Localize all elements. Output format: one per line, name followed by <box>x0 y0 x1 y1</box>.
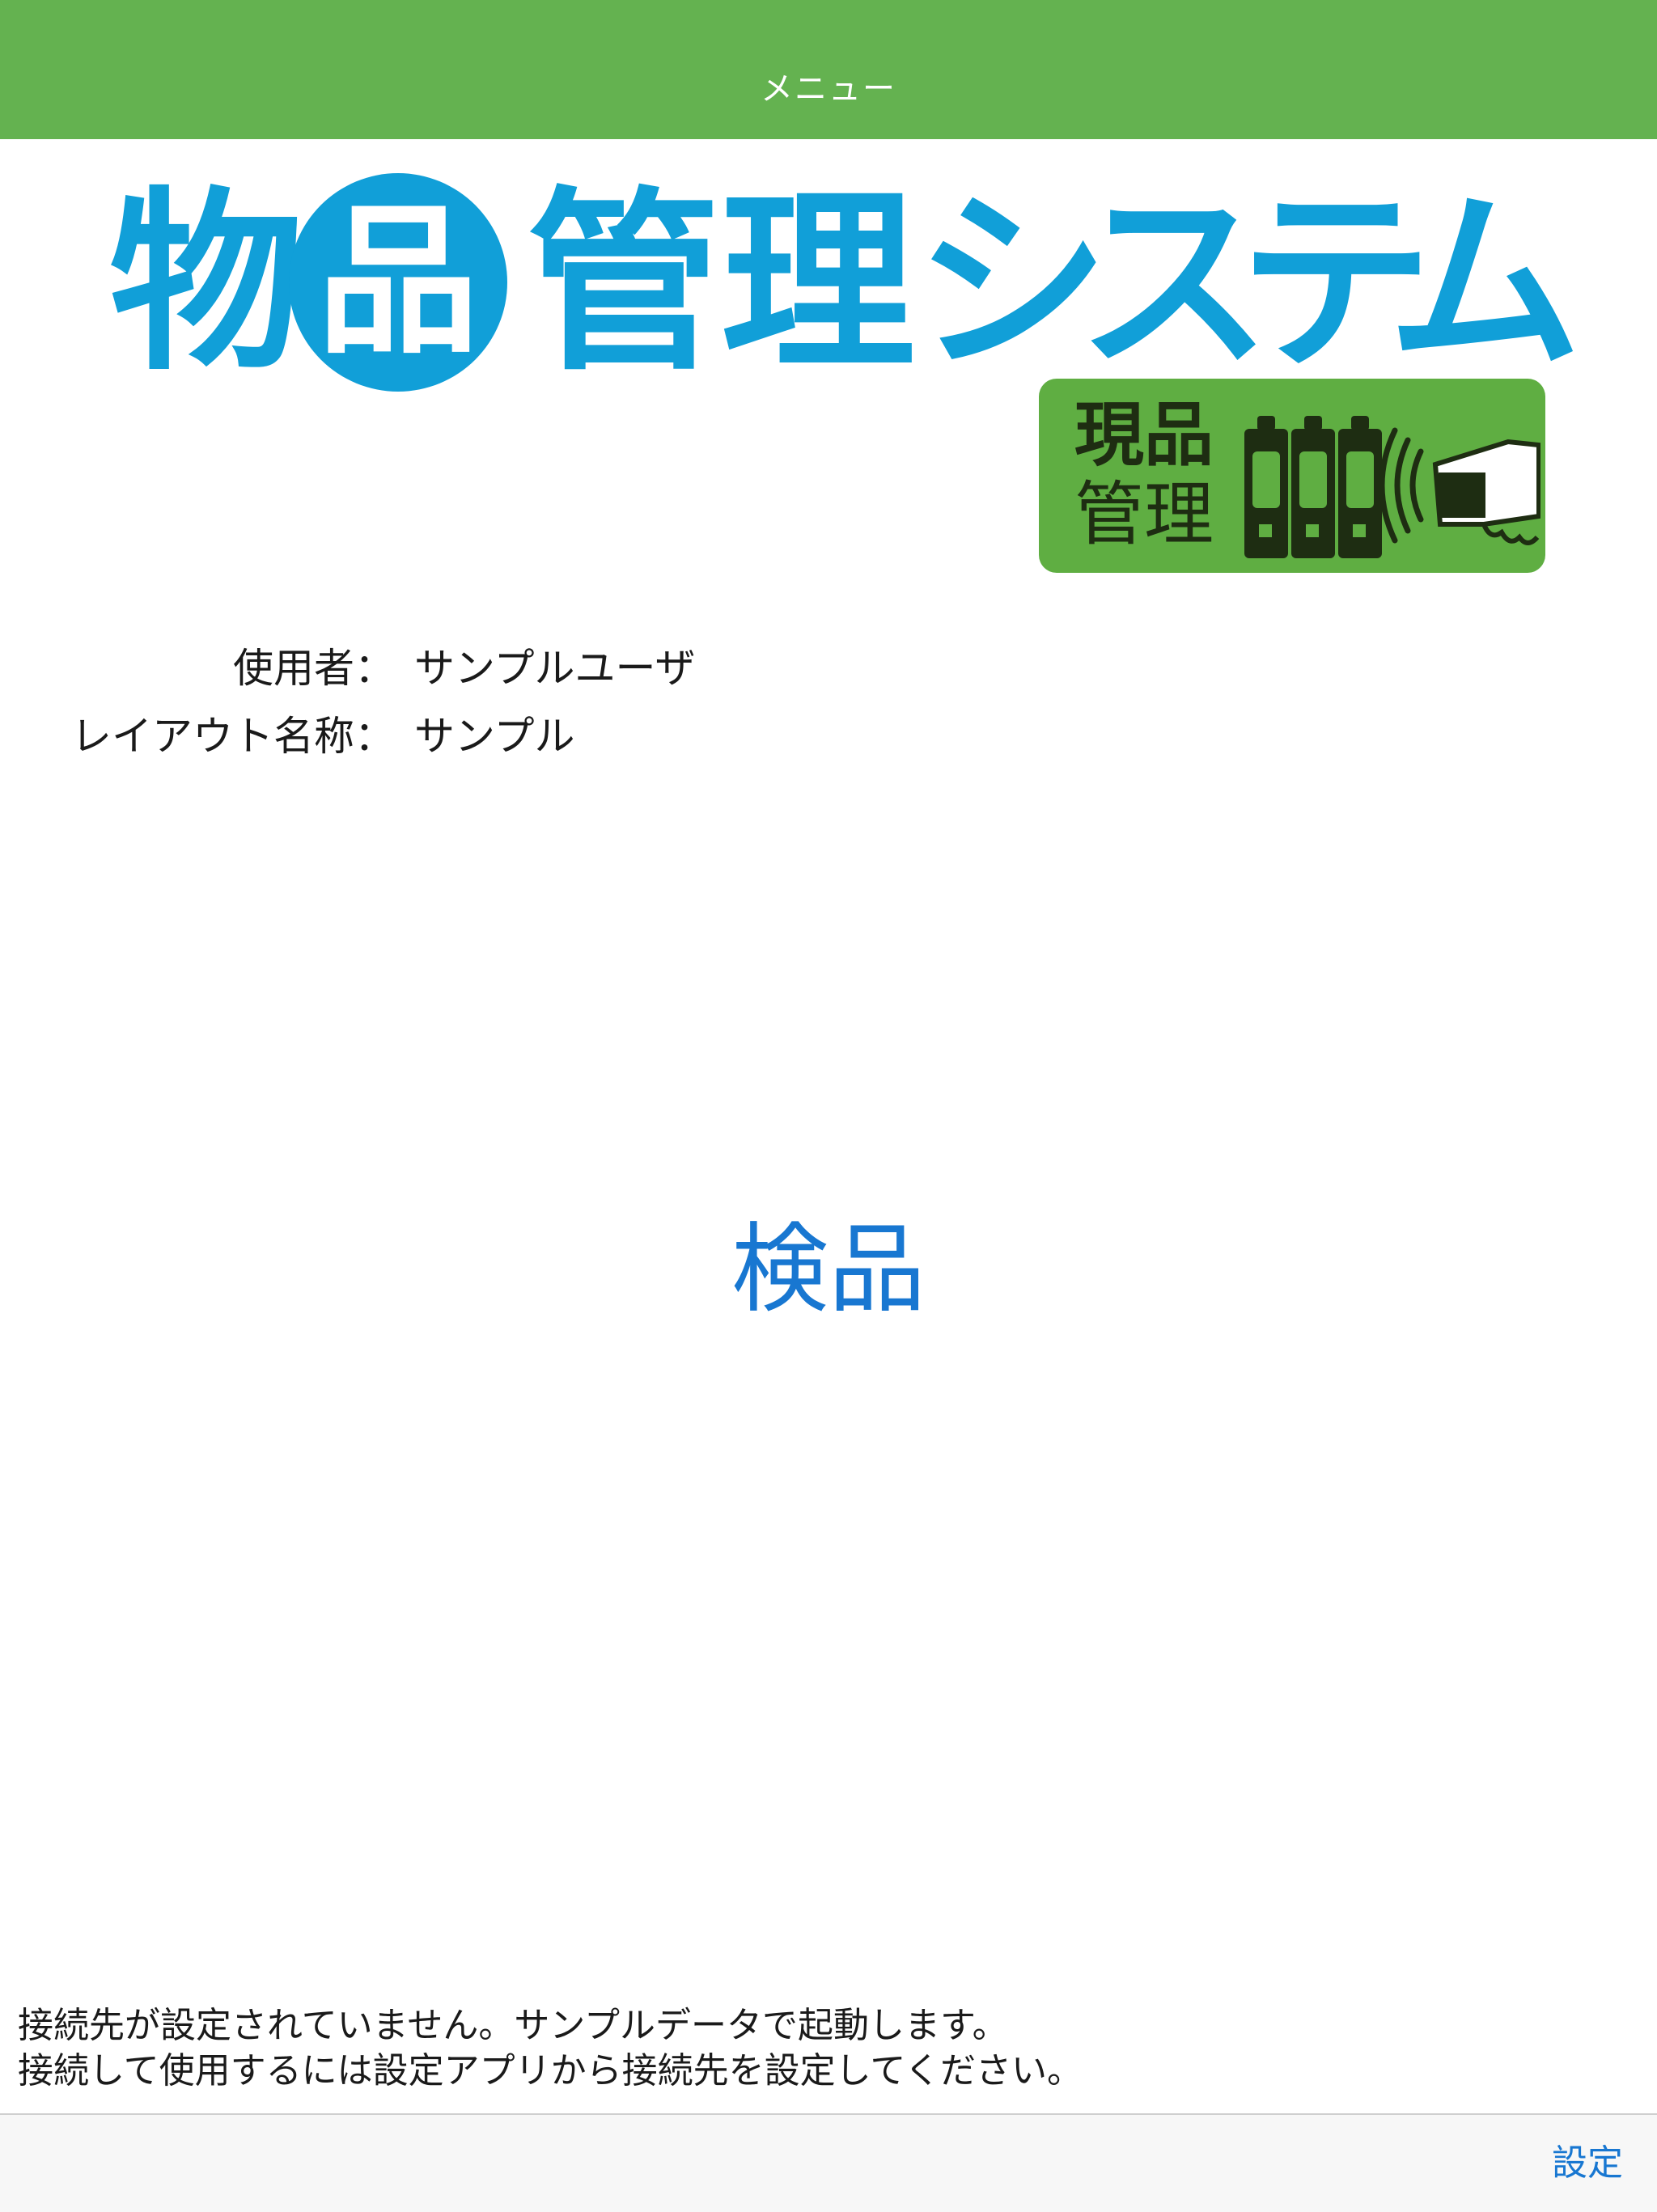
binders-rfid-icon <box>1244 416 1540 558</box>
nav-title: メニュー <box>761 70 896 108</box>
badge-line-2: 管理 <box>1074 474 1214 555</box>
settings-button[interactable]: 設定 <box>1552 2139 1623 2188</box>
navigation-bar: メニュー <box>0 0 1657 139</box>
notice-line-2: 接続して使用するには設定アプリから接続先を設定してください。 <box>18 2050 1083 2091</box>
badge-line-1: 現品 <box>1074 395 1214 476</box>
notice-line-1: 接続先が設定されていません。サンプルデータで起動します。 <box>18 2005 1008 2046</box>
user-label: 使用者： <box>233 645 395 692</box>
logo-char-3: 管 <box>527 170 722 396</box>
logo-circle: 品 <box>289 173 507 392</box>
logo-badge: 現品 管理 <box>1039 379 1545 573</box>
inspection-button[interactable]: 検品 <box>712 1214 945 1327</box>
logo-char-8: ム <box>1388 170 1583 396</box>
bottom-toolbar: 設定 <box>0 2113 1657 2212</box>
connection-notice: 接続先が設定されていません。サンプルデータで起動します。 接続して使用するには設… <box>18 2003 1628 2094</box>
layout-label: レイアウト名称： <box>71 713 395 760</box>
logo-char-4: 理 <box>721 170 916 396</box>
user-value: サンプルユーザ <box>414 645 696 692</box>
logo-char-2: 品 <box>316 188 479 376</box>
app-logo: 物 品 管 理 シ ス テ ム <box>109 170 1582 405</box>
layout-value: サンプル <box>414 713 575 760</box>
logo-char-1: 物 <box>109 170 304 396</box>
